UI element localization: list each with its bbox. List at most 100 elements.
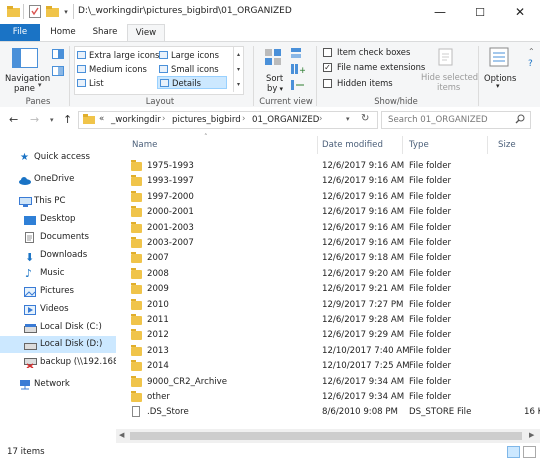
scrollbar-thumb[interactable] [130,432,522,440]
sort-by-button[interactable]: Sort [266,73,283,83]
nav-this-pc[interactable]: This PC [0,193,116,210]
hide-selected-items-label-2[interactable]: items [437,82,460,92]
ribbon-tabs: File Home Share View [0,24,540,41]
group-by-icon[interactable] [291,48,305,62]
column-type[interactable]: Type [409,140,429,150]
column-size[interactable]: Size [498,140,516,150]
file-row[interactable]: 2003-2007 12/6/2017 9:16 AM File folder [128,236,540,251]
scroll-left-icon[interactable]: ◀ [119,431,124,439]
navigation-pane-dropdown-icon[interactable]: ▾ [38,81,42,89]
file-row[interactable]: 2013 12/10/2017 7:40 AM File folder [128,344,540,359]
file-type: File folder [409,238,452,248]
tab-view[interactable]: View [127,24,165,41]
recent-locations-icon[interactable]: ▾ [50,116,54,124]
file-row[interactable]: 2011 12/6/2017 9:28 AM File folder [128,313,540,328]
file-row[interactable]: .DS_Store 8/6/2010 9:08 PM DS_STORE File 16… [128,405,540,420]
nav-documents[interactable]: Documents [0,229,116,246]
layout-details[interactable]: Details [157,76,227,89]
file-row[interactable]: 2014 12/10/2017 7:25 AM File folder [128,359,540,374]
layout-list[interactable]: List [77,78,104,88]
nav-local-disk-c[interactable]: Local Disk (C:) [0,319,116,336]
file-row[interactable]: 1975-1993 12/6/2017 9:16 AM File folder [128,159,540,174]
collapse-ribbon-icon[interactable]: ⌃ [528,47,535,56]
forward-button[interactable]: → [30,113,39,126]
file-row[interactable]: 2007 12/6/2017 9:18 AM File folder [128,251,540,266]
nav-videos[interactable]: Videos [0,301,116,318]
breadcrumb-item[interactable]: pictures_bigbird [172,115,241,125]
file-type: File folder [409,345,452,356]
horizontal-scrollbar[interactable]: ◀ ▶ [116,429,540,443]
tab-file[interactable]: File [0,24,40,41]
hidden-items-label: Hidden items [337,78,393,88]
file-type: File folder [409,284,452,295]
layout-extra-large-icons[interactable]: Extra large icons [77,50,159,60]
details-pane-icon[interactable] [52,66,64,79]
add-columns-icon[interactable]: + [291,64,307,78]
address-bar[interactable]: « _workingdir › pictures_bigbird › 01_OR… [78,111,378,129]
sort-by-icon[interactable] [264,48,282,69]
breadcrumb-item[interactable]: 01_ORGANIZED [252,115,319,125]
nav-desktop[interactable]: Desktop [0,211,116,228]
tab-home[interactable]: Home [44,24,82,41]
navigation-pane-button[interactable]: Navigation [5,73,50,83]
options-icon[interactable] [489,47,509,70]
chevron-right-icon[interactable]: › [242,114,245,124]
file-row[interactable]: 2000-2001 12/6/2017 9:16 AM File folder [128,205,540,220]
chevron-right-icon[interactable]: › [319,114,322,124]
large-icons-view-toggle-icon[interactable] [523,446,536,458]
search-box[interactable]: Search 01_ORGANIZED [381,111,531,129]
file-row[interactable]: 2008 12/6/2017 9:20 AM File folder [128,267,540,282]
minimize-button[interactable]: — [420,0,460,24]
layout-scroll-arrows[interactable]: ▴ ▾ ▾ [233,47,243,92]
hide-selected-items-button[interactable]: Hide selected [421,72,478,82]
file-date: 12/6/2017 9:16 AM [322,161,405,171]
file-row[interactable]: 2001-2003 12/6/2017 9:16 AM File folder [128,221,540,236]
column-name[interactable]: Name [132,140,157,150]
layout-small-icons[interactable]: Small icons [159,64,219,74]
options-button[interactable]: Options [484,73,516,83]
layout-medium-icons[interactable]: Medium icons [77,64,147,74]
sort-by-label-2[interactable]: by ▾ [267,83,283,93]
customize-toolbar-icon[interactable]: ▾ [61,4,71,19]
preview-pane-icon[interactable] [52,49,64,62]
maximize-button[interactable]: ☐ [460,0,500,24]
help-icon[interactable]: ? [528,59,533,69]
nav-onedrive[interactable]: OneDrive [0,171,116,188]
refresh-icon[interactable]: ↻ [361,113,369,124]
details-view-toggle-icon[interactable] [507,446,520,458]
breadcrumb-item[interactable]: _workingdir [111,115,161,125]
back-button[interactable]: ← [9,113,18,126]
nav-local-disk-d[interactable]: Local Disk (D:) [0,336,116,353]
nav-music[interactable]: ♪ Music [0,265,116,282]
file-row[interactable]: 9000_CR2_Archive 12/6/2017 9:34 AM File fo… [128,375,540,390]
address-dropdown-icon[interactable]: ▾ [346,115,350,123]
item-check-boxes-checkbox[interactable] [323,48,332,57]
navigation-pane-label-2[interactable]: pane [14,83,35,93]
file-row[interactable]: 1997-2000 12/6/2017 9:16 AM File folder [128,190,540,205]
file-row[interactable]: 2009 12/6/2017 9:21 AM File folder [128,282,540,297]
column-date-modified[interactable]: Date modified [322,140,383,150]
up-button[interactable]: ↑ [63,113,72,126]
close-button[interactable]: ✕ [500,0,540,24]
nav-quick-access[interactable]: ★ Quick access [0,149,116,166]
scroll-right-icon[interactable]: ▶ [529,431,534,439]
hidden-items-checkbox[interactable] [323,79,332,88]
layout-large-icons[interactable]: Large icons [159,50,219,60]
size-columns-icon[interactable] [291,80,305,94]
file-name-extensions-checkbox[interactable]: ✓ [323,63,332,72]
tab-share[interactable]: Share [86,24,124,41]
nav-downloads[interactable]: ⬇ Downloads [0,247,116,264]
search-input[interactable]: Search 01_ORGANIZED [388,115,488,125]
properties-icon[interactable] [28,4,42,19]
file-row[interactable]: 2012 12/6/2017 9:29 AM File folder [128,328,540,343]
nav-pictures[interactable]: Pictures [0,283,116,300]
file-row[interactable]: 1993-1997 12/6/2017 9:16 AM File folder [128,174,540,189]
file-row[interactable]: 2010 12/9/2017 7:27 PM File folder [128,298,540,313]
nav-network[interactable]: Network [0,376,116,393]
file-row[interactable]: other 12/6/2017 9:34 AM File folder [128,390,540,405]
chevron-right-icon[interactable]: › [162,114,165,124]
overflow-chevron[interactable]: « [99,114,104,124]
new-folder-icon[interactable] [45,4,59,19]
options-dropdown-icon[interactable]: ▾ [496,82,500,90]
nav-backup-network-drive[interactable]: backup (\\192.168.1 [0,354,116,371]
